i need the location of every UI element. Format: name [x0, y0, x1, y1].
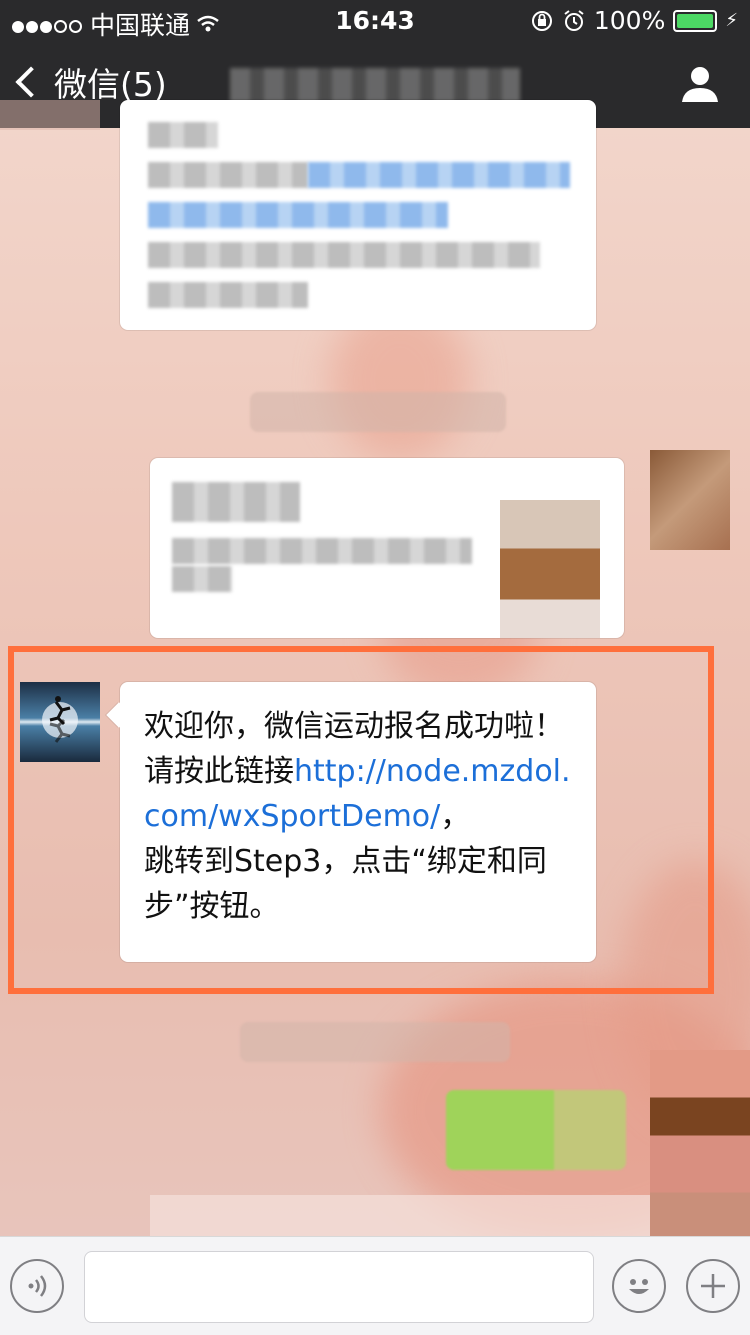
message-line: ，	[440, 799, 471, 834]
voice-button[interactable]	[10, 1259, 64, 1313]
redacted-thumbnail	[500, 500, 600, 638]
alarm-icon	[564, 9, 584, 31]
sender-avatar[interactable]	[20, 682, 100, 762]
battery-icon	[673, 9, 718, 32]
message-text: 欢迎你，微信运动报名成功啦！ 请按此链接http://node.mzdol.co…	[144, 704, 574, 929]
input-bar	[0, 1236, 750, 1335]
message-line: 跳转到Step3，点击“绑定和同步”按钮。	[144, 844, 547, 924]
redacted-link	[148, 202, 448, 228]
runner-icon	[42, 696, 78, 743]
back-button[interactable]: 微信(5)	[15, 58, 167, 106]
redacted-text	[148, 242, 540, 268]
message-line: 请按此链接	[144, 754, 294, 789]
redacted-text	[148, 162, 308, 188]
battery-percent: 100%	[593, 6, 666, 35]
more-button[interactable]	[686, 1259, 740, 1313]
voice-icon	[28, 1275, 47, 1297]
emoji-button[interactable]	[612, 1259, 666, 1313]
chevron-left-icon	[15, 66, 47, 98]
link-card-redacted[interactable]	[150, 458, 624, 638]
message-bubble-redacted[interactable]	[120, 100, 596, 330]
redacted-text	[172, 482, 300, 522]
redacted-link	[308, 162, 570, 188]
person-icon[interactable]	[680, 64, 720, 104]
sent-bubble-redacted[interactable]	[446, 1090, 626, 1170]
redacted-area	[150, 1195, 650, 1239]
message-bubble[interactable]: 欢迎你，微信运动报名成功啦！ 请按此链接http://node.mzdol.co…	[120, 682, 596, 962]
status-bar: 中国联通 16:43 100% ⚡	[0, 0, 750, 40]
redacted-avatar	[0, 100, 100, 130]
redacted-text	[172, 538, 472, 564]
chat-title-redacted	[230, 68, 520, 102]
redacted-avatar	[650, 1050, 750, 1240]
message-line: 欢迎你，微信运动报名成功啦！	[144, 709, 564, 744]
plus-icon	[701, 1274, 725, 1298]
rotation-lock-icon	[531, 10, 552, 31]
message-input[interactable]	[84, 1251, 594, 1323]
timestamp-redacted	[240, 1022, 510, 1062]
redacted-text	[148, 122, 218, 148]
timestamp-redacted	[250, 392, 506, 432]
redacted-avatar	[650, 450, 730, 550]
emoji-icon	[629, 1279, 649, 1294]
redacted-text	[172, 566, 232, 592]
charging-icon: ⚡	[725, 10, 738, 31]
back-label: 微信(5)	[54, 65, 167, 104]
redacted-text	[148, 282, 308, 308]
